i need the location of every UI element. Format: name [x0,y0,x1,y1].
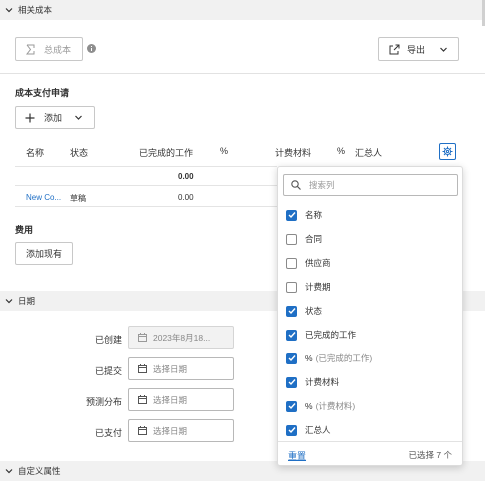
checkbox-unchecked[interactable] [286,281,297,293]
chevron-down-icon [5,8,13,13]
submitted-date-label: 已提交 [94,366,122,376]
section-title: 日期 [18,296,36,306]
calendar-icon [138,364,147,373]
column-header-name[interactable]: 名称 [26,146,44,159]
option-label: 已完成的工作 [305,330,357,340]
add-existing-button[interactable]: 添加现有 [15,242,73,265]
column-header-percent-materials[interactable]: % [337,146,345,156]
selected-count: 已选择 7 个 [408,450,452,460]
checkbox-checked[interactable] [286,209,297,221]
gear-icon [442,146,453,157]
checkbox-checked[interactable] [286,424,297,436]
plus-icon [25,113,35,122]
table-divider [15,166,277,167]
row-name-link[interactable]: New Co... [26,193,61,202]
column-option-status[interactable]: 状态 [286,304,322,318]
column-option-supplier[interactable]: 供应商 [286,256,331,270]
option-suffix: (已完成的工作) [315,353,373,363]
chevron-down-icon [75,115,82,120]
column-option-contract[interactable]: 合同 [286,232,322,246]
cost-payment-title: 成本支付申请 [15,88,70,98]
option-suffix: (计费材料) [315,401,356,411]
paid-date-placeholder: 选择日期 [153,425,188,436]
export-icon [389,44,400,54]
column-option-percent-materials[interactable]: % (计费材料) [286,399,355,413]
forecast-distribution-input[interactable]: 选择日期 [128,388,234,411]
option-label: 供应商 [305,258,331,268]
search-icon [291,180,301,190]
column-header-percent-work[interactable]: % [220,146,228,156]
option-label: 计费期 [305,282,331,292]
add-label: 添加 [44,113,63,123]
paid-date-input[interactable]: 选择日期 [128,419,234,442]
column-picker-popup: 搜索列 名称 合同 供应商 计费期 状态 已完成的工作 % (已完成的工作) 计… [277,166,463,466]
option-label: 名称 [305,210,323,220]
total-cost-label: 总成本 [44,44,72,55]
submitted-date-placeholder: 选择日期 [153,363,188,374]
calendar-icon [138,426,147,435]
checkbox-unchecked[interactable] [286,233,297,245]
paid-date-label: 已支付 [94,428,122,438]
row-completed-work: 0.00 [178,193,194,202]
calendar-icon [138,395,147,404]
column-header-completed-work[interactable]: 已完成的工作 [139,146,193,159]
checkbox-unchecked[interactable] [286,257,297,269]
submitted-date-input[interactable]: 选择日期 [128,357,234,380]
checkbox-checked[interactable] [286,400,297,412]
checkbox-checked[interactable] [286,352,297,364]
created-date-value: 2023年8月18... [153,332,211,343]
checkbox-checked[interactable] [286,329,297,341]
column-option-billing-period[interactable]: 计费期 [286,280,331,294]
total-completed-work: 0.00 [178,172,194,181]
column-option-name[interactable]: 名称 [286,208,322,222]
column-option-billed-materials[interactable]: 计费材料 [286,375,339,389]
checkbox-checked[interactable] [286,376,297,388]
chevron-down-icon [5,469,13,474]
row-status: 草稿 [70,194,86,203]
created-date-label: 已创建 [94,335,122,345]
section-title: 自定义属性 [18,466,61,476]
export-label: 导出 [407,44,426,55]
checkbox-checked[interactable] [286,305,297,317]
option-label: 合同 [305,234,323,244]
search-placeholder: 搜索列 [309,180,335,190]
chevron-down-icon [440,47,447,52]
related-costs-section-header[interactable]: 相关成本 [0,0,485,20]
info-icon[interactable] [87,44,96,53]
column-option-completed-work[interactable]: 已完成的工作 [286,328,356,342]
column-header-summarizer[interactable]: 汇总人 [355,146,382,159]
option-label: % [305,353,313,363]
forecast-distribution-label: 预测分布 [85,397,122,407]
reset-link[interactable]: 重置 [288,449,306,462]
add-button[interactable]: 添加 [15,106,95,129]
column-search-input[interactable]: 搜索列 [283,174,458,196]
table-divider [15,185,277,186]
option-label: 状态 [305,306,323,316]
divider [0,73,485,74]
forecast-distribution-placeholder: 选择日期 [153,394,188,405]
option-label: 汇总人 [305,425,331,435]
section-title: 相关成本 [18,5,53,15]
chevron-down-icon [5,299,13,304]
column-option-summarizer[interactable]: 汇总人 [286,423,331,437]
option-label: % [305,401,313,411]
export-button[interactable]: 导出 [378,37,459,61]
add-existing-label: 添加现有 [25,249,62,259]
table-divider [15,206,277,207]
column-header-status[interactable]: 状态 [70,146,88,159]
calendar-icon [138,333,147,342]
created-date-field: 2023年8月18... [128,326,234,349]
column-picker-footer: 重置 已选择 7 个 [278,441,462,466]
total-cost-icon [25,44,35,54]
column-settings-button[interactable] [439,143,456,160]
total-cost-button[interactable]: 总成本 [15,37,83,61]
option-label: 计费材料 [305,377,340,387]
column-option-percent-work[interactable]: % (已完成的工作) [286,351,372,365]
column-header-billed-materials[interactable]: 计费材料 [275,146,311,159]
fees-title: 费用 [15,225,34,235]
